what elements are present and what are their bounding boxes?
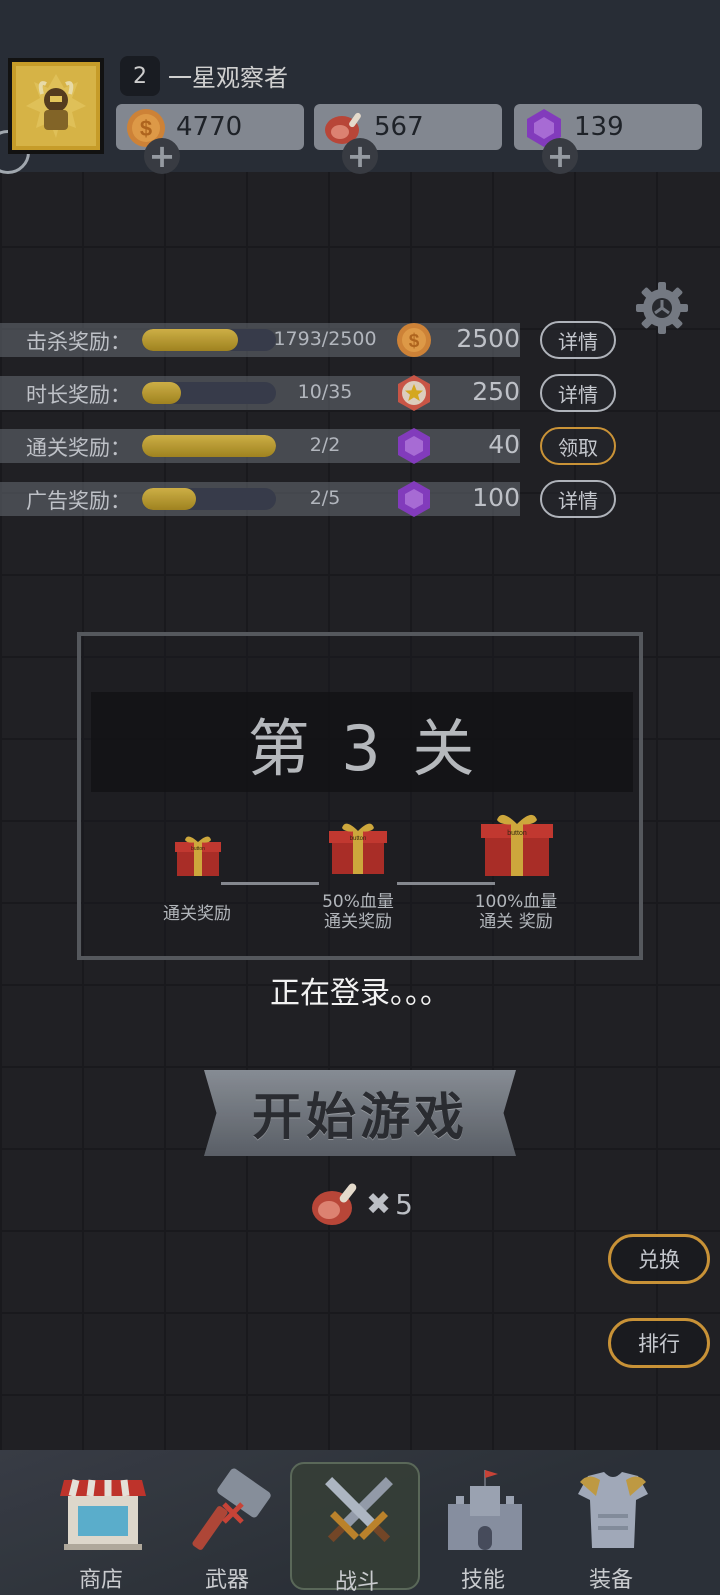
reward-progress-fill [142,435,276,457]
reward-label: 广告奖励： [26,489,131,513]
player-avatar[interactable] [8,58,104,154]
reward-amount: 2500 [456,324,520,353]
reward-progress-bar [142,329,276,351]
duration-details-button[interactable]: 详情 [540,374,616,412]
nav-label: 技能 [460,1568,505,1593]
crossed-swords-icon [325,1477,393,1543]
reward-progress-text: 1793/2500 [273,328,377,350]
meat-value: 567 [374,112,424,142]
ranking-button[interactable]: 排行 [608,1318,710,1368]
reward-progress-fill [142,488,196,510]
nav-item-shop[interactable]: 商店 [36,1450,166,1595]
reward-label: 击杀奖励： [26,330,131,354]
cost-amount: 5 [395,1187,413,1221]
castle-icon [448,1470,522,1550]
add-meat-button[interactable]: + [342,138,378,174]
coin-resource: $ 4770 + [116,104,304,174]
reward-row-ads: 广告奖励： 2/5 100 [0,481,520,517]
reward-progress-bar [142,382,276,404]
nav-label: 装备 [588,1568,633,1593]
reward-progress-text: 2/2 [309,434,341,456]
start-cost: ✖ 5 [308,1178,413,1230]
reward-progress-bar [142,488,276,510]
clear-claim-button[interactable]: 领取 [540,427,616,465]
reward-progress-bar [142,435,276,457]
reward-amount: 40 [488,430,520,459]
nav-item-weapons[interactable]: 武器 [162,1450,292,1595]
settings-gear-icon[interactable] [634,280,690,336]
kills-details-button[interactable]: 详情 [540,321,616,359]
gift-label: 通关奖励 [163,904,231,924]
reward-row-kills: 击杀奖励： 1793/2500 $ 2500 [0,323,520,357]
start-game-button[interactable]: 开始游戏 [204,1070,516,1156]
add-gem-button[interactable]: + [542,138,578,174]
gift-connector-line [221,882,319,885]
svg-text:$: $ [409,331,420,352]
reward-amount: 100 [472,483,520,512]
nav-item-skills[interactable]: 技能 [418,1450,548,1595]
reward-label: 通关奖励： [26,436,131,460]
gift-box-icon[interactable]: button [479,808,555,878]
gift-box-icon[interactable]: button [327,818,389,876]
reward-progress-text: 2/5 [309,487,341,509]
gift-label: 50%血量 通关奖励 [322,892,394,932]
meat-resource: 567 + [314,104,502,174]
bottom-navigation: 商店 武器 战斗 技能 装备 [0,1450,720,1595]
hammer-icon [192,1468,271,1550]
login-status-text: 正在登录。。。 [270,976,450,1011]
gift-box-icon[interactable]: button [173,832,223,878]
multiply-sign: ✖ [366,1186,392,1222]
reward-row-duration: 时长奖励： 10/35 250 [0,375,520,411]
gift-button-text: button [191,846,205,852]
exchange-button[interactable]: 兑换 [608,1234,710,1284]
nav-label: 战斗 [334,1570,379,1595]
nav-item-equipment[interactable]: 装备 [546,1450,676,1595]
reward-progress-fill [142,382,181,404]
player-level-badge: 2 [120,56,160,96]
shop-icon [60,1479,146,1550]
gem-value: 139 [574,112,624,142]
reward-amount: 250 [472,377,520,406]
reward-row-clear: 通关奖励： 2/2 40 [0,428,520,464]
warrior-portrait-icon [16,66,96,146]
nav-label: 商店 [78,1568,123,1593]
level-title: 第 3 关 [247,712,481,785]
nav-label: 武器 [204,1568,249,1593]
level-panel: 第 3 关 button button button 通关奖励 50%血量 通关… [77,632,643,960]
gift-button-text: button [507,830,527,837]
gift-connector-line [397,882,495,885]
reward-label: 时长奖励： [26,383,131,407]
add-coin-button[interactable]: + [144,138,180,174]
gem-resource: 139 + [514,104,702,174]
ads-details-button[interactable]: 详情 [540,480,616,518]
coin-value: 4770 [176,112,243,142]
nav-item-battle[interactable]: 战斗 [290,1462,420,1595]
reward-progress-text: 10/35 [297,381,353,403]
gift-label: 100%血量 通关 奖励 [474,892,558,932]
armor-icon [578,1472,648,1548]
top-bar: 2 一星观察者 $ 4770 + 567 + 139 + [0,0,720,174]
player-rank-title: 一星观察者 [168,64,288,92]
meat-icon [312,1183,357,1225]
gift-button-text: button [350,836,367,842]
reward-progress-fill [142,329,239,351]
